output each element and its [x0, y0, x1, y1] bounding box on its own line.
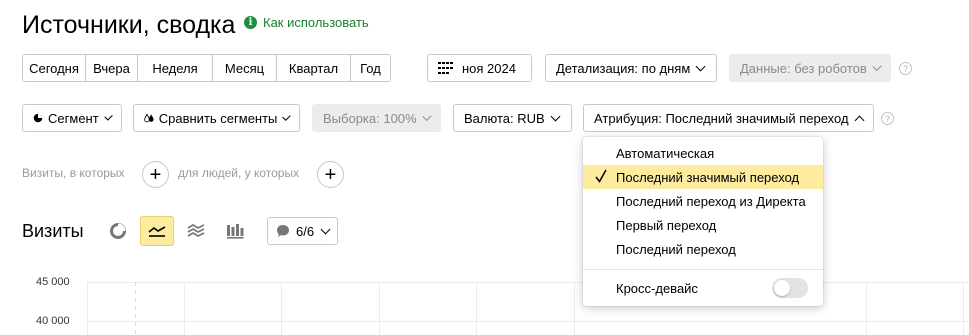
pie-chart-icon: [110, 223, 126, 239]
page-title: Источники, сводка: [22, 11, 236, 39]
period-yesterday[interactable]: Вчера: [86, 55, 138, 81]
grid-line: [87, 282, 969, 283]
chevron-down-icon: [872, 61, 882, 71]
help-icon[interactable]: ?: [881, 112, 894, 125]
chart-type-area-button[interactable]: [179, 216, 213, 246]
attribution-menu: Автоматическая Последний значимый перехо…: [583, 137, 823, 306]
help-icon[interactable]: ?: [899, 62, 912, 75]
menu-item-label: Последний значимый переход: [616, 169, 800, 185]
area-chart-icon: [187, 224, 205, 238]
menu-item-label: Автоматическая: [616, 145, 715, 161]
chart-type-pie-button[interactable]: [101, 216, 135, 246]
grid-line: [87, 321, 969, 322]
chart-type-bar-button[interactable]: [218, 216, 252, 246]
chart-heading: Визиты: [22, 221, 84, 241]
period-today[interactable]: Сегодня: [23, 55, 86, 81]
grid-line: [963, 282, 964, 335]
attribution-label: Атрибуция: Последний значимый переход: [594, 110, 849, 126]
series-counter-dropdown[interactable]: 6/6: [267, 217, 339, 245]
detail-dropdown[interactable]: Детализация: по дням: [545, 54, 717, 82]
chart-type-line-button[interactable]: [140, 216, 174, 246]
calendar-icon: [438, 62, 453, 74]
data-filter-dropdown[interactable]: Данные: без роботов: [729, 54, 891, 82]
line-chart-icon: [148, 226, 166, 237]
bar-chart-icon: [227, 224, 244, 239]
attribution-option-last-significant[interactable]: Последний значимый переход: [583, 165, 823, 189]
pie-chart-icon: [33, 113, 43, 123]
howto-link[interactable]: i Как использовать: [244, 15, 369, 30]
menu-item-label: Последний переход: [616, 241, 736, 257]
people-condition-label: для людей, у которых: [178, 166, 300, 180]
y-tick-label: 40 000: [36, 315, 70, 327]
compare-drops-icon: [144, 113, 154, 123]
add-people-condition-button[interactable]: +: [317, 161, 344, 188]
chevron-down-icon: [550, 111, 561, 121]
period-year[interactable]: Год: [351, 55, 390, 81]
attribution-option-auto[interactable]: Автоматическая: [583, 141, 823, 165]
howto-label: Как использовать: [263, 15, 369, 30]
attribution-dropdown[interactable]: Атрибуция: Последний значимый переход: [583, 104, 874, 132]
plus-icon: +: [324, 163, 337, 186]
visits-condition-label: Визиты, в которых: [22, 166, 125, 180]
date-picker-button[interactable]: ноя 2024: [427, 54, 532, 82]
sample-label: Выборка: 100%: [323, 110, 417, 126]
plus-icon: +: [149, 163, 162, 186]
segment-label: Сегмент: [48, 110, 99, 126]
chevron-down-icon: [695, 61, 706, 71]
period-selector: Сегодня Вчера Неделя Месяц Квартал Год: [22, 54, 391, 82]
add-visit-condition-button[interactable]: +: [142, 161, 169, 188]
menu-item-label: Первый переход: [616, 217, 717, 233]
grid-line: [866, 282, 867, 335]
menu-item-label: Последний переход из Директа: [616, 193, 806, 209]
attribution-option-last[interactable]: Последний переход: [583, 237, 823, 261]
segment-button[interactable]: Сегмент: [22, 104, 122, 132]
period-month[interactable]: Месяц: [213, 55, 277, 81]
chevron-down-icon: [422, 111, 432, 121]
period-week[interactable]: Неделя: [138, 55, 213, 81]
compare-segments-label: Сравнить сегменты: [158, 110, 278, 126]
cross-device-label: Кросс-девайс: [616, 280, 698, 296]
date-label: ноя 2024: [462, 60, 516, 76]
data-filter-label: Данные: без роботов: [740, 60, 867, 76]
grid-line: [135, 282, 136, 335]
info-icon: i: [244, 16, 257, 29]
chevron-down-icon: [320, 224, 331, 234]
period-quarter[interactable]: Квартал: [277, 55, 351, 81]
chevron-up-icon: [854, 115, 865, 125]
checkmark-icon: [595, 169, 607, 183]
y-tick-label: 45 000: [36, 276, 70, 288]
attribution-option-first[interactable]: Первый переход: [583, 213, 823, 237]
grid-line: [281, 282, 282, 335]
cross-device-toggle[interactable]: [772, 278, 808, 298]
sample-dropdown[interactable]: Выборка: 100%: [312, 104, 441, 132]
currency-label: Валюта: RUB: [464, 110, 545, 126]
comment-bubble-icon: [277, 225, 289, 237]
grid-line: [184, 282, 185, 335]
chevron-down-icon: [104, 111, 113, 121]
compare-segments-button[interactable]: Сравнить сегменты: [133, 104, 300, 132]
detail-label: Детализация: по дням: [556, 60, 691, 76]
currency-dropdown[interactable]: Валюта: RUB: [453, 104, 572, 132]
menu-divider: [583, 269, 823, 270]
grid-line: [87, 282, 88, 335]
grid-line: [379, 282, 380, 335]
toggle-knob: [774, 280, 790, 296]
grid-line: [574, 282, 575, 335]
series-counter-label: 6/6: [296, 223, 315, 239]
grid-line: [476, 282, 477, 335]
attribution-option-last-direct[interactable]: Последний переход из Директа: [583, 189, 823, 213]
chevron-down-icon: [282, 111, 291, 121]
